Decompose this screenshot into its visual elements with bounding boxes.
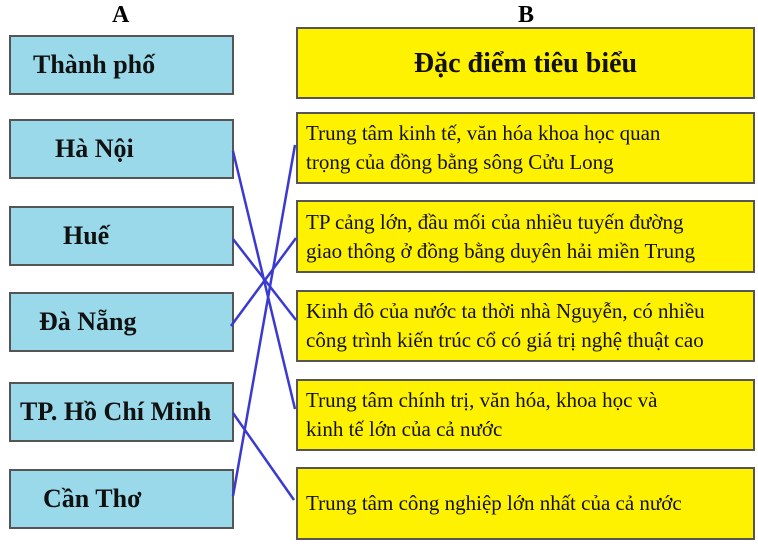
city-label: TP. Hồ Chí Minh [20, 397, 212, 426]
connector-can-tho [231, 144, 297, 497]
feature-box-3[interactable]: Kinh đô của nước ta thời nhà Nguyễn, có … [296, 290, 755, 362]
column-b-label: B [518, 2, 535, 28]
city-label: Huế [63, 221, 110, 250]
feature-text-line: công trình kiến trúc cổ có giá trị nghệ … [306, 328, 704, 352]
column-b-header-text: Đặc điểm tiêu biểu [413, 47, 638, 79]
feature-text-line: TP cảng lớn, đầu mối của nhiều tuyến đườ… [306, 209, 684, 234]
connector-tp-ho-chi-minh [231, 412, 296, 501]
city-label: Hà Nội [55, 134, 134, 163]
column-b-header: Đặc điểm tiêu biểu [296, 27, 755, 99]
feature-box-2[interactable]: TP cảng lớn, đầu mối của nhiều tuyến đườ… [296, 200, 755, 273]
column-a-label: A [112, 2, 130, 28]
connector-ha-noi [231, 150, 297, 410]
city-box-ha-noi[interactable]: Hà Nội [9, 119, 234, 179]
feature-text-line: Trung tâm kinh tế, văn hóa khoa học quan [306, 121, 661, 145]
column-a-header: Thành phố [9, 35, 234, 95]
feature-text-line: giao thông ở đồng bằng duyên hải miền Tr… [306, 238, 696, 263]
feature-text-line: Trung tâm công nghiệp lớn nhất của cả nư… [306, 491, 682, 515]
feature-text-line: kinh tế lớn của cả nước [306, 417, 503, 441]
feature-text-line: Trung tâm chính trị, văn hóa, khoa học v… [306, 388, 658, 412]
city-label: Cần Thơ [43, 484, 142, 513]
connector-da-nang [229, 237, 298, 327]
connector-hue [232, 238, 297, 321]
city-box-hue[interactable]: Huế [9, 206, 234, 266]
column-a-header-text: Thành phố [33, 50, 156, 79]
feature-box-4[interactable]: Trung tâm chính trị, văn hóa, khoa học v… [296, 379, 755, 451]
city-label: Đà Nẵng [39, 307, 137, 336]
city-box-can-tho[interactable]: Cần Thơ [9, 469, 234, 529]
feature-text-line: trọng của đồng bằng sông Cửu Long [306, 150, 614, 174]
feature-box-5[interactable]: Trung tâm công nghiệp lớn nhất của cả nư… [296, 467, 755, 540]
feature-text-line: Kinh đô của nước ta thời nhà Nguyễn, có … [306, 299, 705, 323]
city-box-da-nang[interactable]: Đà Nẵng [9, 292, 234, 352]
feature-box-1[interactable]: Trung tâm kinh tế, văn hóa khoa học quan… [296, 112, 755, 184]
city-box-tp-ho-chi-minh[interactable]: TP. Hồ Chí Minh [9, 382, 234, 442]
